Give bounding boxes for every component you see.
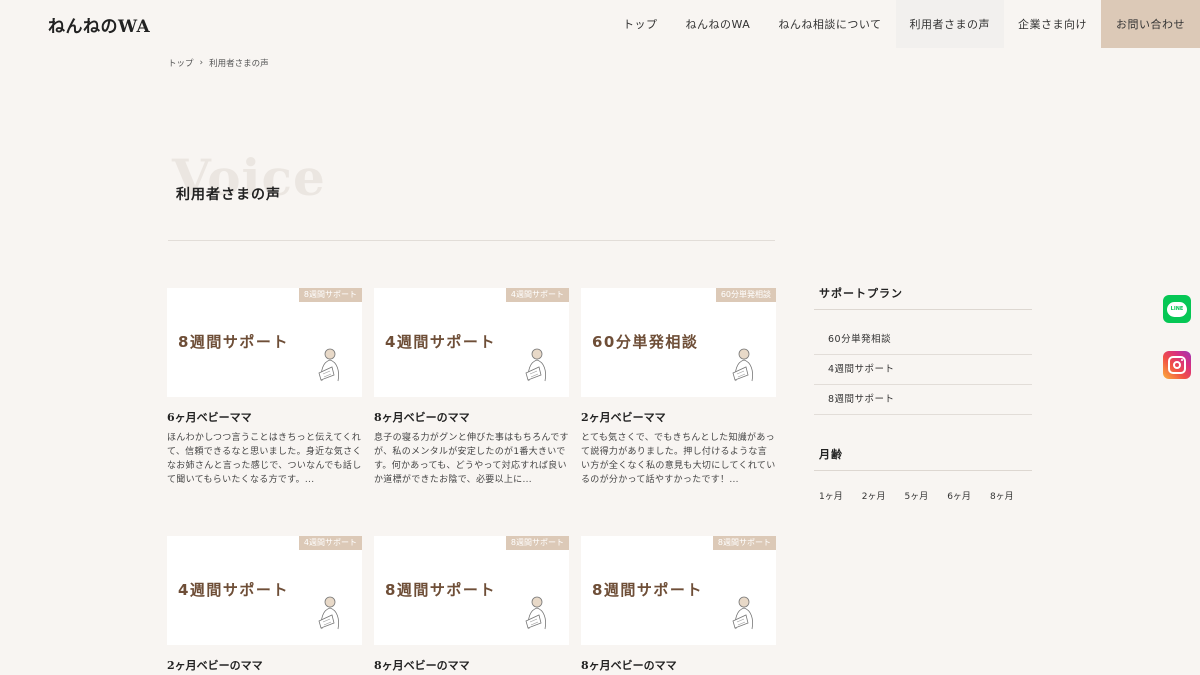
plan-tag: 60分単発相談 (715, 288, 776, 302)
plan-tag: 4週間サポート (505, 288, 569, 302)
breadcrumb-current: 利用者さまの声 (209, 59, 269, 69)
card-title[interactable]: 6ヶ月ベビーママ (167, 409, 362, 425)
age-link[interactable]: 2ヶ月 (862, 489, 886, 502)
breadcrumb-separator-icon: › (199, 58, 204, 68)
voice-card[interactable]: 8週間サポート 8週間サポート 8ヶ月ベビーのママ (581, 536, 776, 673)
voice-card[interactable]: 8週間サポート 8週間サポート 8ヶ月ベビーのママ (374, 536, 569, 673)
age-link[interactable]: 6ヶ月 (947, 489, 971, 502)
card-title[interactable]: 2ヶ月ベビーのママ (167, 657, 362, 673)
mother-baby-illustration-icon (525, 596, 546, 630)
voice-card[interactable]: 4週間サポート 4週間サポート 2ヶ月ベビーのママ (167, 536, 362, 673)
sidebar-plan-list: 60分単発相談 4週間サポート 8週間サポート (814, 325, 1032, 415)
plan-tag: 8週間サポート (298, 288, 362, 302)
plan-tag: 8週間サポート (712, 536, 776, 550)
card-thumbnail[interactable]: 8週間サポート 8週間サポート (581, 536, 776, 645)
voice-card[interactable]: 60分単発相談 60分単発相談 2ヶ月ベビーママ とても気さくで、でもきちんとし… (581, 288, 776, 487)
mother-baby-illustration-icon (318, 596, 339, 630)
age-link[interactable]: 1ヶ月 (819, 489, 843, 502)
nav-item-about-wa[interactable]: ねんねのWA (672, 0, 765, 48)
nav-item-top[interactable]: トップ (609, 0, 672, 48)
card-thumbnail[interactable]: 60分単発相談 60分単発相談 (581, 288, 776, 397)
section-divider (168, 240, 775, 241)
age-link[interactable]: 5ヶ月 (904, 489, 928, 502)
line-icon[interactable]: LINE (1163, 295, 1191, 323)
sidebar-plan-item[interactable]: 60分単発相談 (814, 325, 1032, 355)
thumbnail-plan-text: 8週間サポート (592, 581, 703, 599)
nav-item-contact[interactable]: お問い合わせ (1101, 0, 1200, 48)
breadcrumb: トップ › 利用者さまの声 (168, 57, 269, 69)
thumbnail-plan-text: 8週間サポート (178, 333, 289, 351)
site-header: ねんねのWA トップ ねんねのWA ねんね相談について 利用者さまの声 企業さま… (0, 0, 1200, 48)
breadcrumb-home-link[interactable]: トップ (168, 57, 194, 69)
card-title[interactable]: 2ヶ月ベビーママ (581, 409, 776, 425)
main-nav: トップ ねんねのWA ねんね相談について 利用者さまの声 企業さま向け お問い合… (609, 0, 1200, 48)
site-logo[interactable]: ねんねのWA (48, 12, 150, 37)
line-logo-text: LINE (1167, 301, 1187, 317)
mother-baby-illustration-icon (318, 348, 339, 382)
sidebar-plans-heading: サポートプラン (814, 285, 1032, 310)
age-link[interactable]: 8ヶ月 (990, 489, 1014, 502)
instagram-icon[interactable] (1163, 351, 1191, 379)
sidebar-age-list: 1ヶ月 2ヶ月 5ヶ月 6ヶ月 8ヶ月 (819, 489, 1033, 502)
card-excerpt: とても気さくで、でもきちんとした知識があって説得力がありました。押し付けるような… (581, 433, 776, 485)
card-thumbnail[interactable]: 4週間サポート 4週間サポート (374, 288, 569, 397)
sidebar-age-heading: 月齢 (814, 446, 1032, 471)
nav-item-consultation[interactable]: ねんね相談について (764, 0, 895, 48)
sidebar-plan-item[interactable]: 4週間サポート (814, 355, 1032, 385)
card-thumbnail[interactable]: 4週間サポート 4週間サポート (167, 536, 362, 645)
page-title: 利用者さまの声 (176, 187, 281, 203)
mother-baby-illustration-icon (732, 348, 753, 382)
thumbnail-plan-text: 4週間サポート (385, 333, 496, 351)
nav-item-business[interactable]: 企業さま向け (1004, 0, 1101, 48)
voice-card[interactable]: 4週間サポート 4週間サポート 8ヶ月ベビーのママ 息子の寝る力がグンと伸びた事… (374, 288, 569, 487)
thumbnail-plan-text: 60分単発相談 (592, 333, 699, 351)
card-excerpt: ほんわかしつつ言うことはきちっと伝えてくれて、信頼できるなと思いました。身近な気… (167, 433, 362, 485)
instagram-glyph (1168, 356, 1186, 374)
card-excerpt: 息子の寝る力がグンと伸びた事はもちろんですが、私のメンタルが安定したのが1番大き… (374, 433, 569, 485)
mother-baby-illustration-icon (732, 596, 753, 630)
voice-card[interactable]: 8週間サポート 8週間サポート 6ヶ月ベビーママ ほんわかしつつ言うことはきちっ… (167, 288, 362, 487)
plan-tag: 4週間サポート (298, 536, 362, 550)
card-thumbnail[interactable]: 8週間サポート 8週間サポート (167, 288, 362, 397)
card-title[interactable]: 8ヶ月ベビーのママ (374, 409, 569, 425)
card-title[interactable]: 8ヶ月ベビーのママ (581, 657, 776, 673)
mother-baby-illustration-icon (525, 348, 546, 382)
plan-tag: 8週間サポート (505, 536, 569, 550)
card-title[interactable]: 8ヶ月ベビーのママ (374, 657, 569, 673)
nav-item-voice[interactable]: 利用者さまの声 (895, 0, 1004, 48)
sidebar-plan-item[interactable]: 8週間サポート (814, 385, 1032, 415)
card-thumbnail[interactable]: 8週間サポート 8週間サポート (374, 536, 569, 645)
thumbnail-plan-text: 4週間サポート (178, 581, 289, 599)
thumbnail-plan-text: 8週間サポート (385, 581, 496, 599)
